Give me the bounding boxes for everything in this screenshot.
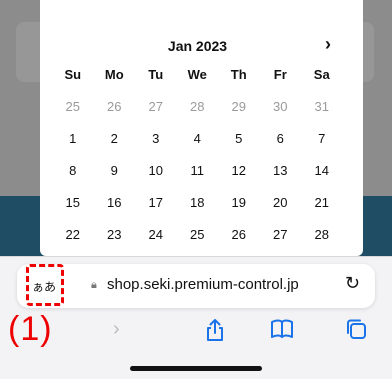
calendar-day[interactable]: 12	[218, 163, 260, 178]
weekday-label: Fr	[273, 66, 287, 82]
calendar-day[interactable]: 2	[94, 131, 136, 146]
calendar-day[interactable]: 27	[260, 227, 302, 242]
lock-icon: 🔒︎	[91, 279, 97, 291]
weekday-label: Sa	[313, 66, 330, 82]
tabs-button[interactable]	[345, 318, 367, 346]
date-picker-calendar: Jan 2023 › Su Mo Tu We Th Fr Sa 25 26 27…	[40, 0, 363, 256]
calendar-day[interactable]: 9	[94, 163, 136, 178]
calendar-day[interactable]: 22	[52, 227, 94, 242]
weekday-label: Mo	[104, 66, 124, 82]
calendar-day[interactable]: 25	[177, 227, 219, 242]
calendar-day[interactable]: 11	[177, 163, 219, 178]
calendar-grid: Su Mo Tu We Th Fr Sa 25 26 27 28 29 30 3…	[52, 58, 352, 250]
calendar-day[interactable]: 10	[135, 163, 177, 178]
weekday-label: Su	[64, 66, 82, 82]
chevron-right-icon: ›	[325, 34, 331, 54]
calendar-day[interactable]: 13	[260, 163, 302, 178]
weekday-label: Th	[230, 66, 247, 82]
calendar-day[interactable]: 8	[52, 163, 94, 178]
calendar-day[interactable]: 7	[301, 131, 343, 146]
calendar-week: 25 26 27 28 29 30 31	[52, 90, 352, 122]
next-month-button[interactable]: ›	[325, 34, 331, 55]
calendar-header: Jan 2023 ›	[40, 30, 363, 60]
calendar-month-label: Jan 2023	[167, 38, 228, 54]
weekday-label: We	[187, 66, 207, 82]
calendar-day[interactable]: 1	[52, 131, 94, 146]
tabs-icon	[347, 319, 366, 339]
calendar-week: 1 2 3 4 5 6 7	[52, 122, 352, 154]
calendar-day[interactable]: 21	[301, 195, 343, 210]
calendar-day[interactable]: 27	[135, 99, 177, 114]
calendar-day[interactable]: 18	[177, 195, 219, 210]
calendar-day[interactable]: 23	[94, 227, 136, 242]
calendar-day[interactable]: 16	[94, 195, 136, 210]
calendar-day[interactable]: 30	[260, 99, 302, 114]
weekday-row: Su Mo Tu We Th Fr Sa	[52, 58, 352, 90]
book-icon	[271, 319, 293, 338]
calendar-day[interactable]: 17	[135, 195, 177, 210]
weekday-label: Tu	[148, 66, 164, 82]
calendar-day[interactable]: 15	[52, 195, 94, 210]
chevron-right-icon: ›	[113, 318, 120, 340]
calendar-day[interactable]: 29	[218, 99, 260, 114]
calendar-day[interactable]: 31	[301, 99, 343, 114]
annotation-label: (1)	[8, 310, 53, 348]
calendar-day[interactable]: 4	[177, 131, 219, 146]
calendar-day[interactable]: 3	[135, 131, 177, 146]
calendar-week: 15 16 17 18 19 20 21	[52, 186, 352, 218]
calendar-week: 22 23 24 25 26 27 28	[52, 218, 352, 250]
calendar-day[interactable]: 24	[135, 227, 177, 242]
reload-icon[interactable]: ↻	[345, 273, 360, 294]
calendar-day[interactable]: 25	[52, 99, 94, 114]
bookmarks-button[interactable]	[270, 318, 294, 346]
calendar-day[interactable]: 28	[177, 99, 219, 114]
share-icon	[207, 319, 223, 341]
share-button[interactable]	[205, 318, 225, 348]
calendar-week: 8 9 10 11 12 13 14	[52, 154, 352, 186]
calendar-day[interactable]: 26	[218, 227, 260, 242]
url-text[interactable]: shop.seki.premium-control.jp	[107, 276, 299, 293]
home-indicator[interactable]	[130, 366, 262, 371]
forward-button[interactable]: ›	[113, 318, 120, 341]
annotation-highlight-box	[26, 264, 64, 306]
calendar-day[interactable]: 19	[218, 195, 260, 210]
calendar-day[interactable]: 14	[301, 163, 343, 178]
calendar-day[interactable]: 5	[218, 131, 260, 146]
calendar-day[interactable]: 20	[260, 195, 302, 210]
calendar-day[interactable]: 6	[260, 131, 302, 146]
calendar-day[interactable]: 26	[94, 99, 136, 114]
address-bar[interactable]: ぁあ 🔒︎ shop.seki.premium-control.jp ↻	[17, 264, 375, 308]
calendar-day[interactable]: 28	[301, 227, 343, 242]
